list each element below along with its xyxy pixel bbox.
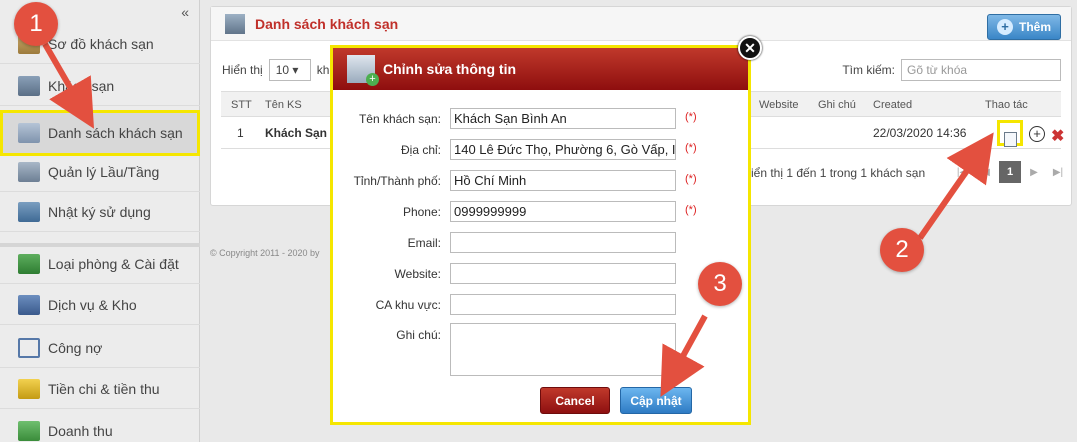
arrow-step-1 xyxy=(42,42,95,129)
step-2-badge: 2 xyxy=(880,228,924,272)
annotation-arrows xyxy=(42,42,994,398)
step-1-badge: 1 xyxy=(14,2,58,46)
arrow-step-2 xyxy=(917,132,994,240)
arrow-step-3 xyxy=(660,314,708,398)
step-3-badge: 3 xyxy=(698,262,742,306)
